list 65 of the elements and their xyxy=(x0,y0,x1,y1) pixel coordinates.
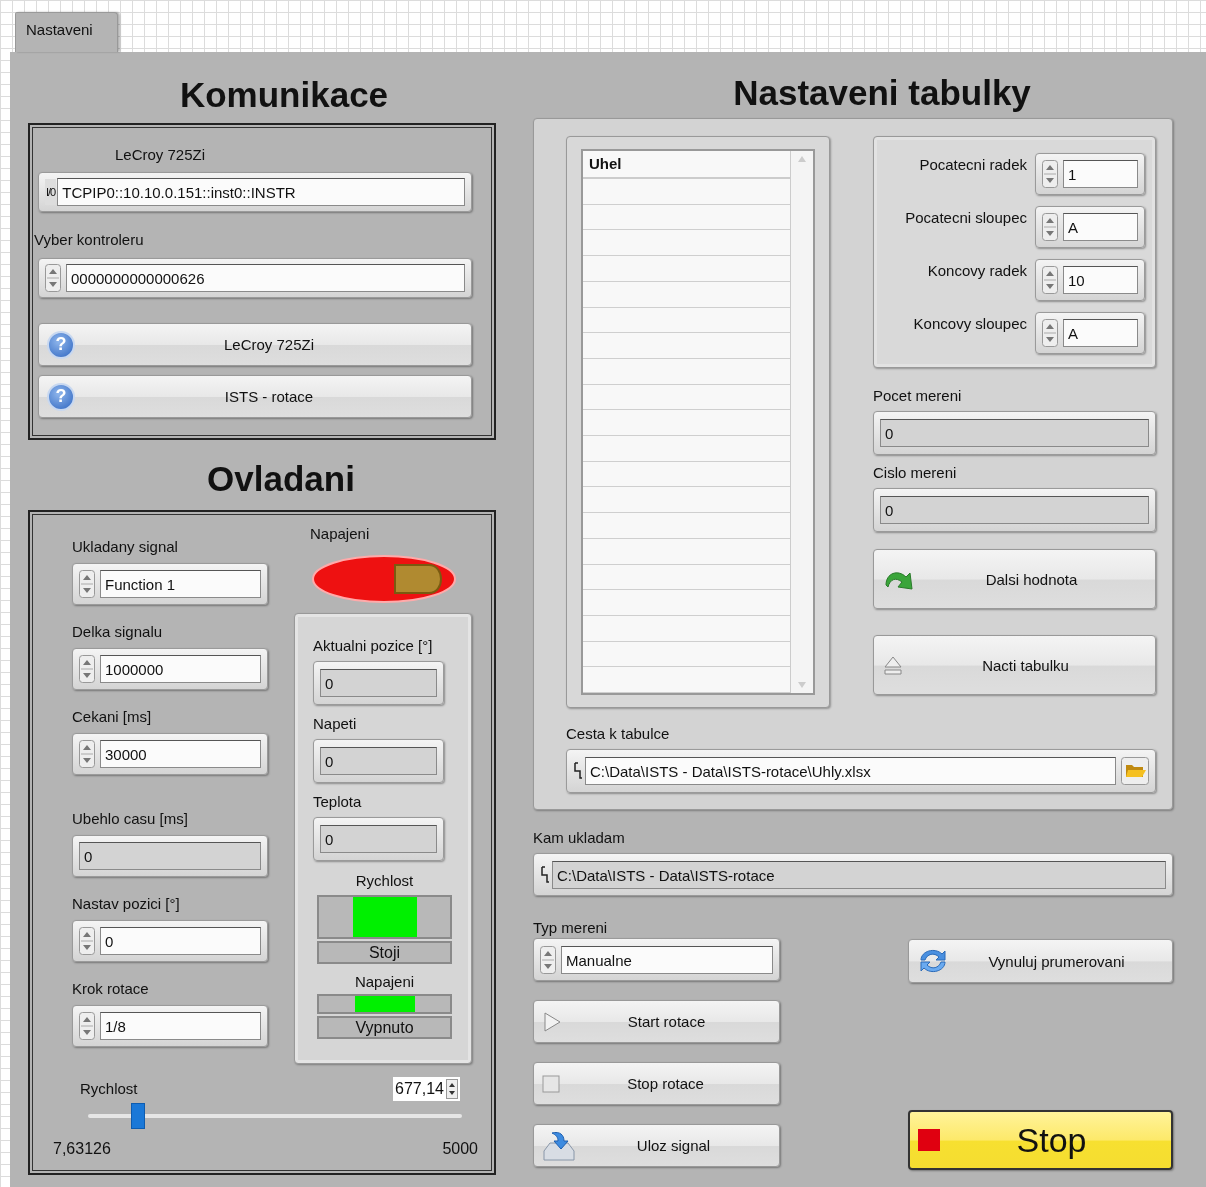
section-title: Ovladani xyxy=(207,459,355,499)
help-icon: ? xyxy=(47,330,75,359)
path-display: C:\Data\ISTS - Data\ISTS-rotace xyxy=(533,853,1173,896)
resource-field[interactable]: I/0 TCPIP0::10.10.0.151::inst0::INSTR xyxy=(38,172,472,212)
field-label: Rychlost xyxy=(355,871,414,891)
action-button[interactable]: Uloz signal xyxy=(533,1124,780,1167)
field-label: Ukladany signal xyxy=(72,537,179,557)
scale-label: 5000 xyxy=(442,1139,478,1159)
value-display: 0 xyxy=(72,835,268,877)
numeric-field[interactable]: 677,14 xyxy=(393,1077,460,1101)
value-display: 0 xyxy=(873,411,1156,455)
numeric-field[interactable]: A xyxy=(1035,206,1145,248)
field-label: Pocatecni sloupec xyxy=(905,208,1027,228)
status-text: Vypnuto xyxy=(317,1016,452,1039)
field-label: Cesta k tabulce xyxy=(566,724,671,744)
field-label: Vyber kontroleru xyxy=(34,230,144,250)
numeric-field[interactable]: 30000 xyxy=(72,733,268,775)
numeric-field[interactable]: 10 xyxy=(1035,259,1145,301)
field-label: Cekani [ms] xyxy=(72,707,153,727)
field-label: Nastav pozici [°] xyxy=(72,894,181,914)
action-button[interactable]: Stop rotace xyxy=(533,1062,780,1105)
field-label: Koncovy sloupec xyxy=(913,314,1027,334)
section-title: Nastaveni tabulky xyxy=(733,73,1031,113)
numeric-field[interactable]: 1/8 xyxy=(72,1005,268,1047)
field-label: Krok rotace xyxy=(72,979,150,999)
field-label: Pocatecni radek xyxy=(919,155,1027,175)
help-button[interactable]: ? LeCroy 725Zi xyxy=(38,323,472,366)
path-field[interactable]: C:\Data\ISTS - Data\ISTS-rotace\Uhly.xlsx xyxy=(566,749,1156,793)
field-label: Rychlost xyxy=(80,1079,138,1099)
numeric-field[interactable]: 0 xyxy=(72,920,268,962)
field-label: Napajeni xyxy=(310,524,371,544)
help-button[interactable]: ? ISTS - rotace xyxy=(38,375,472,418)
field-label: LeCroy 725Zi xyxy=(115,145,206,165)
field-label: Aktualni pozice [°] xyxy=(313,636,434,656)
numeric-field[interactable]: 0000000000000626 xyxy=(38,258,472,298)
scale-label: 7,63126 xyxy=(53,1139,111,1159)
status-text: Stoji xyxy=(317,941,452,964)
field-label: Napajeni xyxy=(354,972,415,992)
field-label: Koncovy radek xyxy=(927,261,1027,281)
numeric-field[interactable]: 1000000 xyxy=(72,648,268,690)
action-button[interactable]: Start rotace xyxy=(533,1000,780,1043)
field-label: Delka signalu xyxy=(72,622,164,642)
action-button[interactable]: Nacti tabulku xyxy=(873,635,1156,695)
tab[interactable]: Nastaveni xyxy=(15,12,118,52)
help-icon: ? xyxy=(47,382,75,411)
stop-button[interactable]: Stop xyxy=(908,1110,1173,1170)
value-display: 0 xyxy=(313,739,444,783)
io-icon: I/0 xyxy=(45,179,57,205)
field-label: Teplota xyxy=(313,792,363,812)
ring-field[interactable]: Manualne xyxy=(533,938,780,981)
value-display: 0 xyxy=(313,817,444,861)
section-title: Komunikace xyxy=(179,75,389,115)
numeric-field[interactable]: Function 1 xyxy=(72,563,268,605)
field-label: Cislo mereni xyxy=(873,463,958,483)
field-label: Typ mereni xyxy=(533,918,609,938)
reset-button[interactable]: Vynuluj prumerovani xyxy=(908,939,1173,983)
field-label: Ubehlo casu [ms] xyxy=(72,809,189,829)
action-button[interactable]: Dalsi hodnota xyxy=(873,549,1156,609)
field-label: Kam ukladam xyxy=(533,828,626,848)
field-label: Pocet mereni xyxy=(873,386,963,406)
value-display: 0 xyxy=(313,661,444,705)
numeric-field[interactable]: 1 xyxy=(1035,153,1145,195)
numeric-field[interactable]: A xyxy=(1035,312,1145,354)
field-label: Napeti xyxy=(313,714,358,734)
value-display: 0 xyxy=(873,488,1156,532)
